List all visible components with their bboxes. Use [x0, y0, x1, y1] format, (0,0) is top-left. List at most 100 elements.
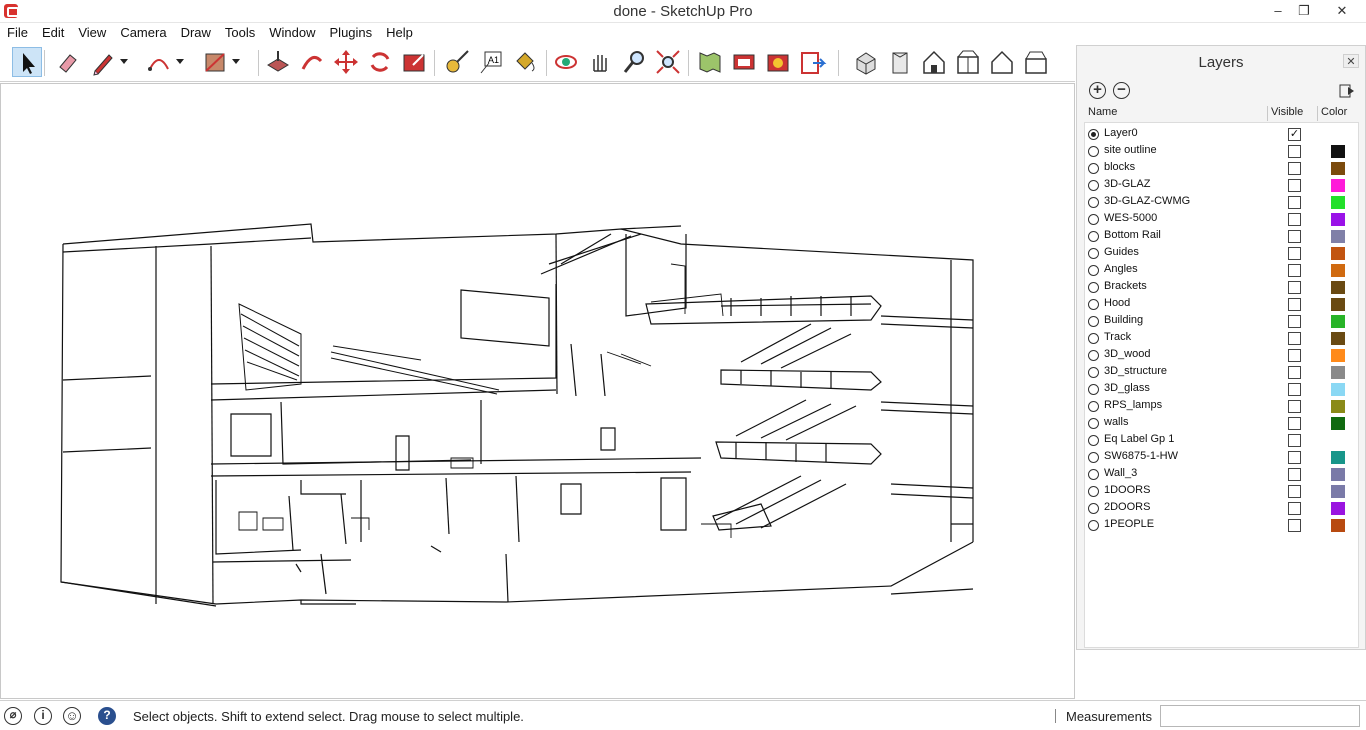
layer-name[interactable]: 3D-GLAZ-CWMG [1104, 195, 1190, 207]
menu-window[interactable]: Window [262, 23, 322, 40]
menu-camera[interactable]: Camera [113, 23, 173, 40]
move-icon[interactable] [331, 47, 361, 77]
back-view-icon[interactable] [987, 47, 1017, 77]
instructor-help-icon[interactable]: ? [98, 707, 116, 725]
layer-row[interactable]: Building [1085, 313, 1360, 330]
menu-draw[interactable]: Draw [174, 23, 218, 40]
layer-row[interactable]: Brackets [1085, 279, 1360, 296]
layer-color-swatch[interactable] [1331, 230, 1345, 243]
active-layer-radio[interactable] [1088, 231, 1099, 242]
active-layer-radio[interactable] [1088, 299, 1099, 310]
panel-close-button[interactable]: ✕ [1343, 54, 1359, 68]
layer-row[interactable]: Angles [1085, 262, 1360, 279]
layer-color-swatch[interactable] [1331, 468, 1345, 481]
active-layer-radio[interactable] [1088, 316, 1099, 327]
layer-color-swatch[interactable] [1331, 213, 1345, 226]
menu-view[interactable]: View [71, 23, 113, 40]
user-account-icon[interactable]: ☺ [63, 707, 81, 725]
layer-row[interactable]: RPS_lamps [1085, 398, 1360, 415]
layer-row[interactable]: 3D-GLAZ-CWMG [1085, 194, 1360, 211]
active-layer-radio[interactable] [1088, 486, 1099, 497]
active-layer-radio[interactable] [1088, 350, 1099, 361]
active-layer-radio[interactable] [1088, 401, 1099, 412]
menu-help[interactable]: Help [379, 23, 420, 40]
layer-name[interactable]: Hood [1104, 297, 1130, 309]
layer-color-swatch[interactable] [1331, 315, 1345, 328]
layer-name[interactable]: Track [1104, 331, 1131, 343]
layer-name[interactable]: Guides [1104, 246, 1139, 258]
visible-checkbox[interactable] [1288, 230, 1301, 243]
active-layer-radio[interactable] [1088, 333, 1099, 344]
layer-row[interactable]: 1DOORS [1085, 483, 1360, 500]
visible-checkbox[interactable]: ✓ [1288, 128, 1301, 141]
active-layer-radio[interactable] [1088, 435, 1099, 446]
warehouse-icon[interactable] [729, 47, 759, 77]
layer-color-swatch[interactable] [1331, 179, 1345, 192]
layer-name[interactable]: Eq Label Gp 1 [1104, 433, 1174, 445]
visible-checkbox[interactable] [1288, 247, 1301, 260]
layer-color-swatch[interactable] [1331, 349, 1345, 362]
pan-icon[interactable] [585, 47, 615, 77]
active-layer-radio[interactable] [1088, 265, 1099, 276]
layer-row[interactable]: SW6875-1-HW [1085, 449, 1360, 466]
credits-icon[interactable]: i [34, 707, 52, 725]
eraser-icon[interactable] [52, 47, 82, 77]
active-layer-radio[interactable] [1088, 248, 1099, 259]
visible-checkbox[interactable] [1288, 264, 1301, 277]
active-layer-radio[interactable] [1088, 214, 1099, 225]
layer-color-swatch[interactable] [1331, 502, 1345, 515]
share-icon[interactable] [797, 47, 827, 77]
extension-icon[interactable] [763, 47, 793, 77]
layer-name[interactable]: site outline [1104, 144, 1157, 156]
active-layer-radio[interactable] [1088, 367, 1099, 378]
layer-name[interactable]: 3D_wood [1104, 348, 1150, 360]
delete-layer-icon[interactable]: − [1113, 82, 1130, 99]
top-view-icon[interactable] [885, 47, 915, 77]
layer-color-swatch[interactable] [1331, 366, 1345, 379]
layer-name[interactable]: Building [1104, 314, 1143, 326]
layer-name[interactable]: RPS_lamps [1104, 399, 1162, 411]
visible-checkbox[interactable] [1288, 162, 1301, 175]
visible-checkbox[interactable] [1288, 383, 1301, 396]
visible-checkbox[interactable] [1288, 179, 1301, 192]
layer-name[interactable]: walls [1104, 416, 1128, 428]
menu-tools[interactable]: Tools [218, 23, 262, 40]
layer-row[interactable]: Hood [1085, 296, 1360, 313]
color-column-header[interactable]: Color [1318, 106, 1358, 121]
push-pull-icon[interactable] [263, 47, 293, 77]
layer-row[interactable]: Eq Label Gp 1 [1085, 432, 1360, 449]
add-layer-icon[interactable]: + [1089, 82, 1106, 99]
layer-row[interactable]: 3D-GLAZ [1085, 177, 1360, 194]
active-layer-radio[interactable] [1088, 180, 1099, 191]
visible-checkbox[interactable] [1288, 485, 1301, 498]
visible-checkbox[interactable] [1288, 281, 1301, 294]
layer-color-swatch[interactable] [1331, 383, 1345, 396]
layer-color-swatch[interactable] [1331, 332, 1345, 345]
follow-me-icon[interactable] [297, 47, 327, 77]
visible-checkbox[interactable] [1288, 434, 1301, 447]
layer-color-swatch[interactable] [1331, 519, 1345, 532]
layer-color-swatch[interactable] [1331, 451, 1345, 464]
active-layer-radio[interactable] [1088, 197, 1099, 208]
layer-name[interactable]: WES-5000 [1104, 212, 1157, 224]
details-arrow-icon[interactable] [1339, 83, 1355, 99]
layer-name[interactable]: Angles [1104, 263, 1138, 275]
layer-name[interactable]: 1DOORS [1104, 484, 1150, 496]
layer-row[interactable]: 3D_structure [1085, 364, 1360, 381]
layer-name[interactable]: 3D_structure [1104, 365, 1167, 377]
geo-location-icon[interactable]: ⌀ [4, 707, 22, 725]
layer-color-swatch[interactable] [1331, 145, 1345, 158]
visible-checkbox[interactable] [1288, 315, 1301, 328]
layer-name[interactable]: Brackets [1104, 280, 1147, 292]
active-layer-radio[interactable] [1088, 384, 1099, 395]
active-layer-radio[interactable] [1088, 129, 1099, 140]
visible-checkbox[interactable] [1288, 519, 1301, 532]
layer-row[interactable]: 1PEOPLE [1085, 517, 1360, 534]
visible-checkbox[interactable] [1288, 213, 1301, 226]
visible-checkbox[interactable] [1288, 400, 1301, 413]
scale-icon[interactable] [399, 47, 429, 77]
active-layer-radio[interactable] [1088, 418, 1099, 429]
restore-button[interactable]: ❐ [1290, 0, 1318, 22]
layer-row[interactable]: 2DOORS [1085, 500, 1360, 517]
layer-row[interactable]: Wall_3 [1085, 466, 1360, 483]
